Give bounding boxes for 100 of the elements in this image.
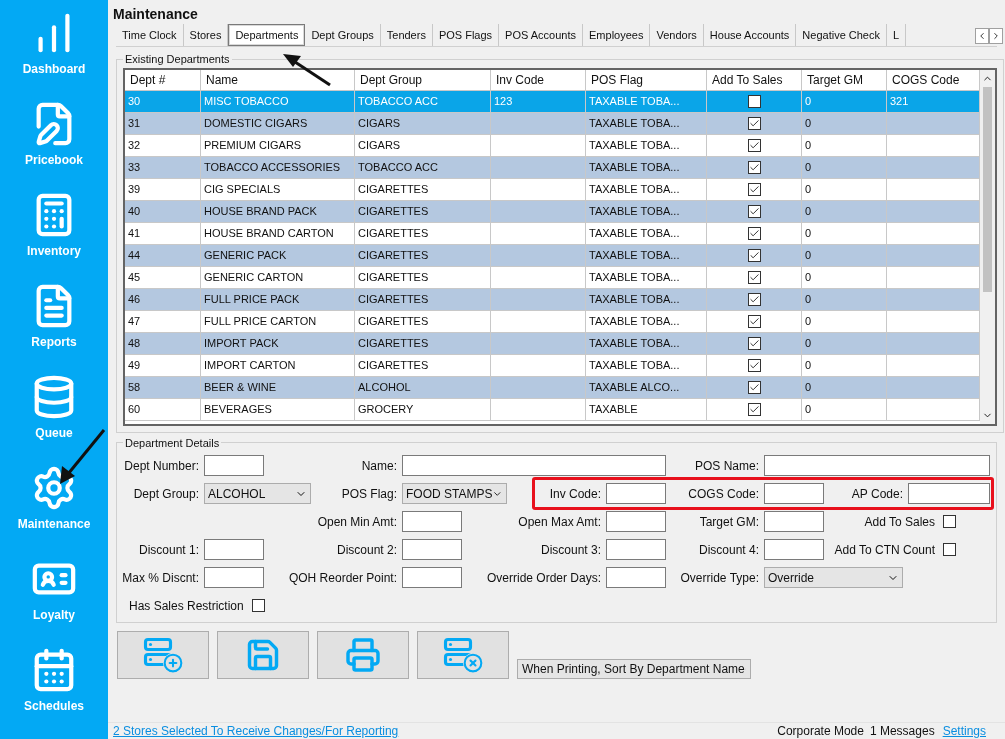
input-field[interactable] [908,483,990,504]
input-field[interactable] [402,567,462,588]
scrollbar[interactable] [980,69,995,424]
table-cell: 33 [128,160,141,173]
tab[interactable]: Time Clock [116,24,184,46]
table-row[interactable]: 44 GENERIC PACK CIGARETTES TAXABLE TOBA... 0 [125,244,980,267]
input-field[interactable] [764,539,824,560]
table-cell: 48 [128,336,141,349]
dropdown[interactable]: ALCOHOL [204,483,311,504]
table-cell: HOUSE BRAND CARTON [204,226,334,239]
column-header[interactable]: Name [201,69,355,90]
column-header[interactable]: Dept # [125,69,201,90]
table-cell: TAXABLE [589,402,638,415]
table-cell: TAXABLE TOBA... [589,358,680,371]
table-row[interactable]: 45 GENERIC CARTON CIGARETTES TAXABLE TOBA... 0 [125,266,980,289]
table-row[interactable]: 39 CIG SPECIALS CIGARETTES TAXABLE TOBA... 0 [125,178,980,201]
check-icon [748,117,760,129]
tab[interactable]: Tenders [380,24,433,46]
dropdown[interactable]: FOOD STAMPS [402,483,507,504]
table-row[interactable]: 47 FULL PRICE CARTON CIGARETTES TAXABLE TOBA... 0 [125,310,980,333]
tab[interactable]: POS Flags [432,24,500,46]
checkbox[interactable] [747,358,761,372]
tab[interactable]: Departments [228,24,306,46]
tab[interactable]: POS Accounts [499,24,584,46]
input-field[interactable] [764,455,990,476]
column-header[interactable]: Target GM [802,69,887,90]
input-field[interactable] [764,511,824,532]
dropdown[interactable]: Override [764,567,903,588]
check-icon [748,205,760,217]
checkbox[interactable] [747,204,761,218]
tab[interactable]: House Accounts [703,24,797,46]
check-icon [748,161,760,173]
table-row[interactable]: 40 HOUSE BRAND PACK CIGARETTES TAXABLE TOBA... 0 [125,200,980,223]
tab[interactable]: Negative Check [796,24,887,46]
table-row[interactable]: 58 BEER & WINE ALCOHOL TAXABLE ALCO... 0 [125,376,980,399]
check-icon [748,381,760,393]
checkbox[interactable] [747,138,761,152]
checkbox[interactable] [747,380,761,394]
tab[interactable]: L [887,24,907,46]
column-header[interactable]: Add To Sales [707,69,802,90]
sort-dropdown[interactable]: When Printing, Sort By Department Name [517,659,751,679]
checkbox[interactable] [747,182,761,196]
field-label: Inv Code: [549,485,601,503]
checkbox[interactable] [747,226,761,240]
checkbox[interactable] [747,402,761,416]
checkbox[interactable] [251,599,265,612]
table-row[interactable]: 60 BEVERAGES GROCERY TAXABLE 0 [125,398,980,421]
column-header[interactable]: Dept Group [355,69,491,90]
annotation-arrow [283,54,331,87]
scroll-left-button[interactable] [975,28,989,44]
input-field[interactable] [606,511,666,532]
input-field[interactable] [204,567,264,588]
checkbox[interactable] [747,270,761,284]
column-header[interactable]: POS Flag [586,69,707,90]
table-cell: TAXABLE TOBA... [589,94,680,107]
input-field[interactable] [606,539,666,560]
checkbox[interactable] [747,314,761,328]
tab[interactable]: Vendors [650,24,704,46]
table-cell: CIGARETTES [358,204,429,217]
field-label: POS Flag: [341,485,397,503]
input-field[interactable] [402,511,462,532]
checkbox[interactable] [943,543,956,556]
table-row[interactable]: 31 DOMESTIC CIGARS CIGARS TAXABLE TOBA... 0 [125,112,980,135]
column-header[interactable]: Inv Code [491,69,586,90]
table-cell: 46 [128,292,141,305]
input-field[interactable] [402,539,462,560]
scroll-right-button[interactable] [989,28,1003,44]
table-cell: CIGARETTES [358,226,429,239]
input-field[interactable] [606,567,666,588]
table-row[interactable]: 48 IMPORT PACK CIGARETTES TAXABLE TOBA... 0 [125,332,980,355]
checkbox-label: Add To Sales [864,513,935,531]
table-cell: 0 [805,314,812,327]
table-row[interactable]: 41 HOUSE BRAND CARTON CIGARETTES TAXABLE TOBA... 0 [125,222,980,245]
tab[interactable]: Employees [583,24,651,46]
table-cell: 30 [128,94,141,107]
checkbox[interactable] [747,336,761,350]
input-field[interactable] [764,483,824,504]
checkbox[interactable] [747,160,761,174]
table-row[interactable]: 49 IMPORT CARTON CIGARETTES TAXABLE TOBA... 0 [125,354,980,377]
table-cell: 44 [128,248,141,261]
input-field[interactable] [606,483,666,504]
table-cell: 0 [805,270,812,283]
table-row[interactable]: 46 FULL PRICE PACK CIGARETTES TAXABLE TOBA... 0 [125,288,980,311]
input-field[interactable] [204,455,264,476]
checkbox[interactable] [747,94,761,108]
input-field[interactable] [402,455,666,476]
table-cell: TAXABLE TOBA... [589,138,680,151]
check-icon [748,337,760,349]
field-label: Discount 1: [138,541,199,559]
checkbox[interactable] [747,292,761,306]
tab[interactable]: Dept Groups [305,24,381,46]
table-cell: HOUSE BRAND PACK [204,204,317,217]
messages-status: 1 Messages [869,723,935,739]
input-field[interactable] [204,539,264,560]
table-row[interactable]: 32 PREMIUM CIGARS CIGARS TAXABLE TOBA... 0 [125,134,980,157]
table-cell: PREMIUM CIGARS [204,138,302,151]
table-row[interactable]: 33 TOBACCO ACCESSORIES TOBACCO ACC TAXABLE TOBA... 0 [125,156,980,179]
checkbox[interactable] [943,515,956,528]
checkbox[interactable] [747,248,761,262]
checkbox[interactable] [747,116,761,130]
